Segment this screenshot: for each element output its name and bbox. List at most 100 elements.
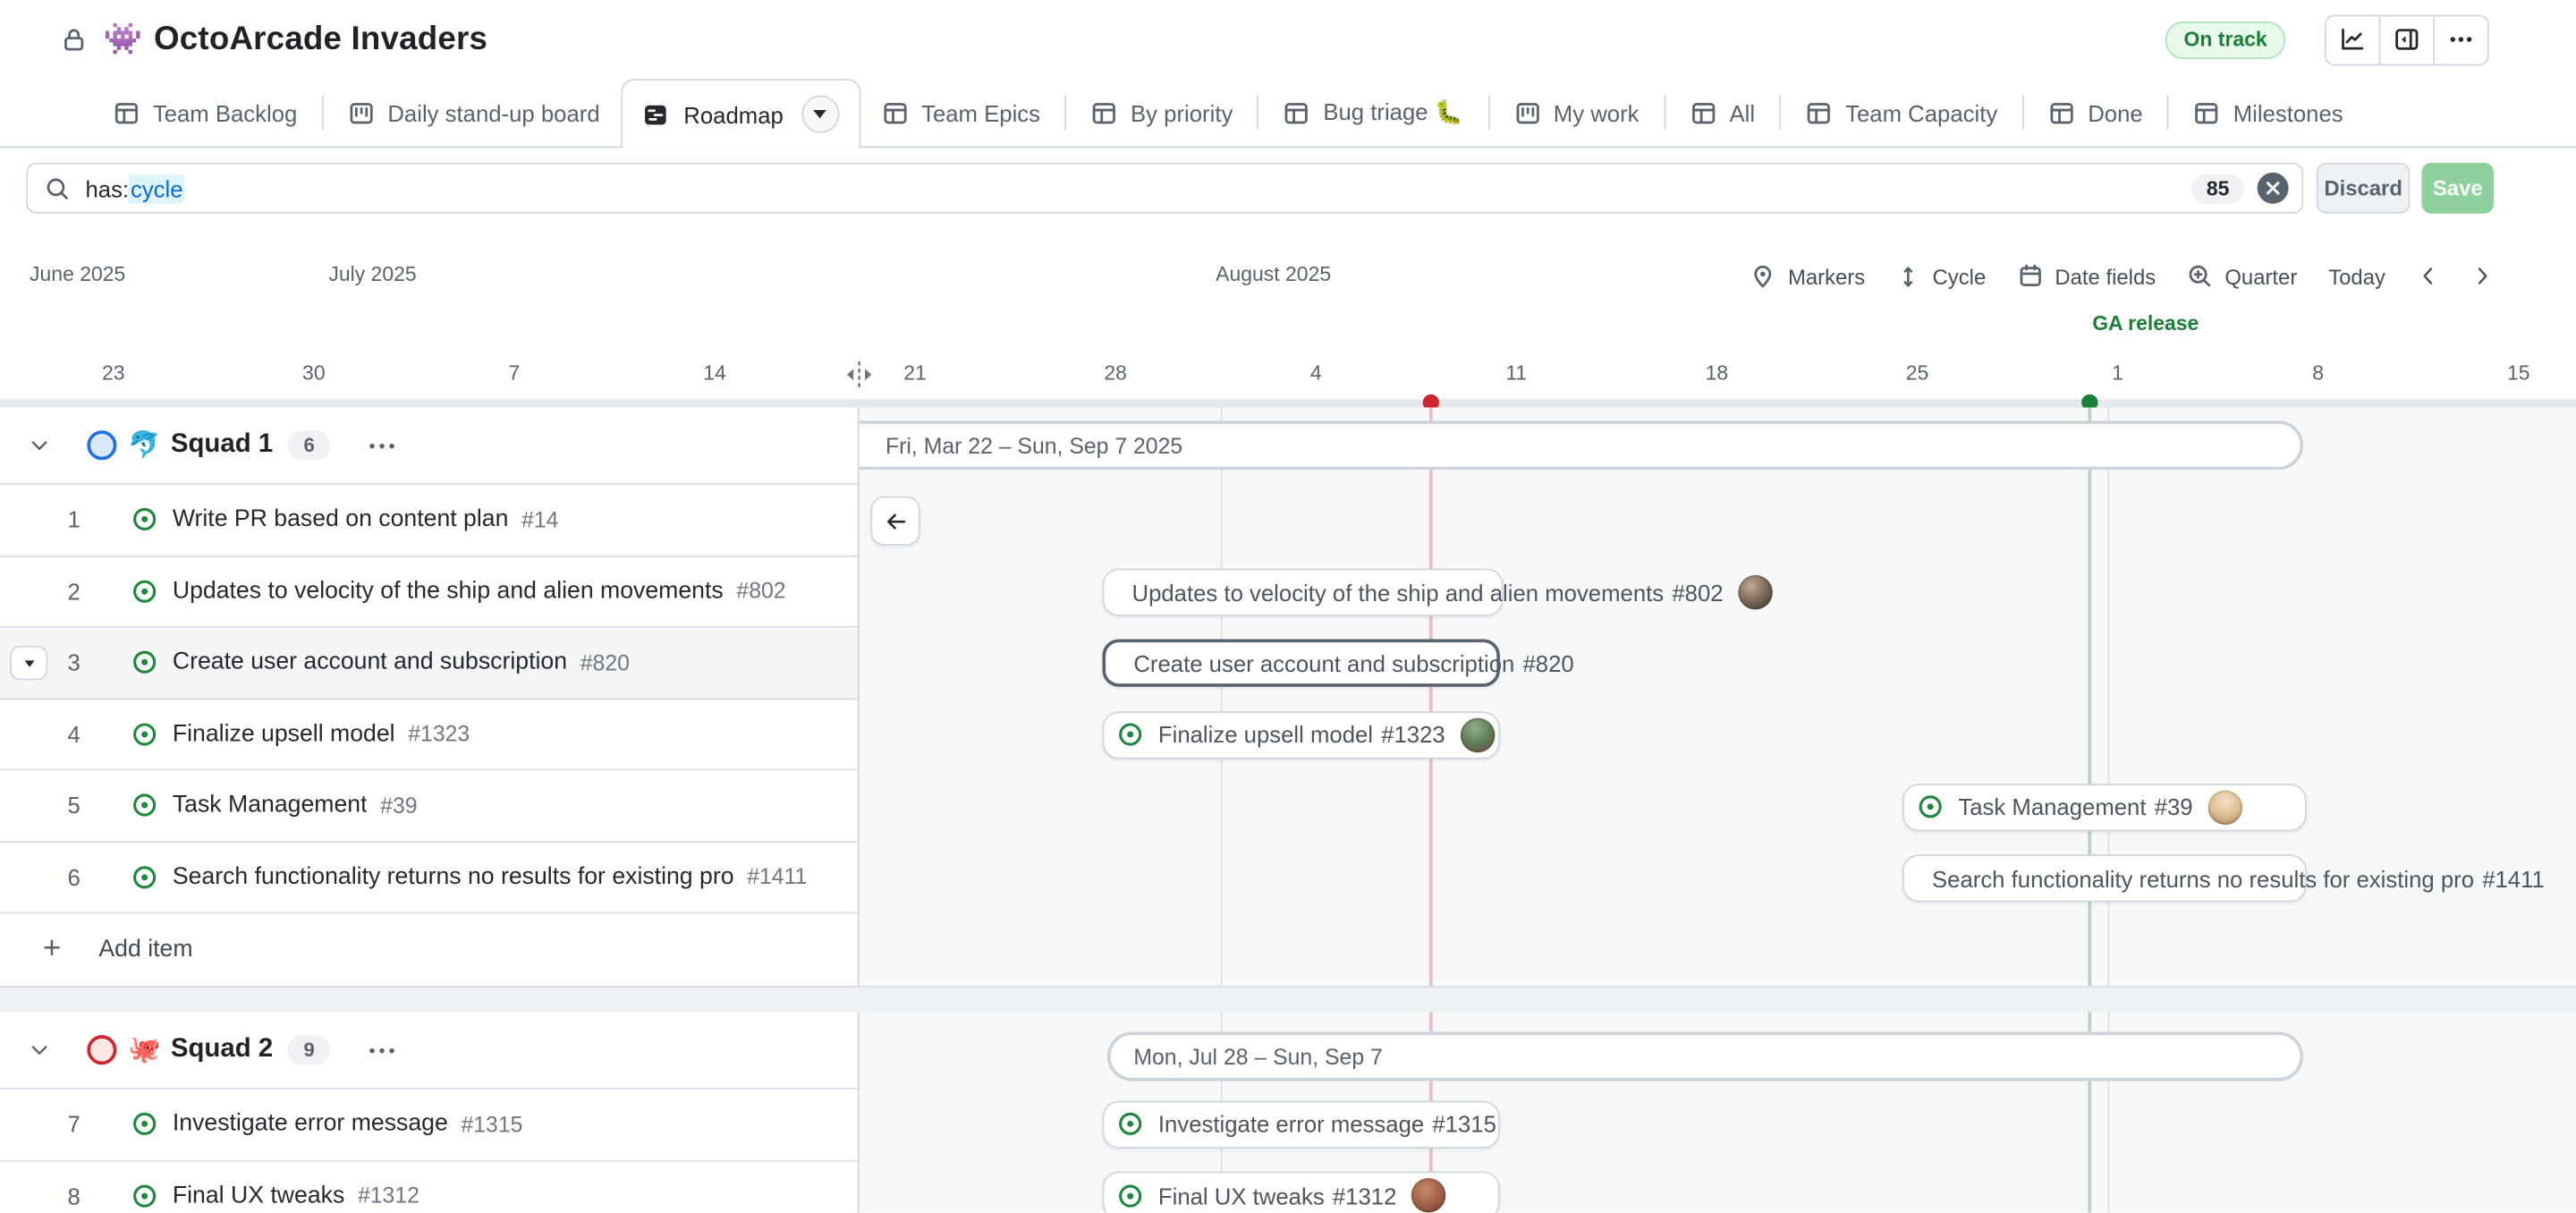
today-button[interactable]: Today: [2328, 264, 2385, 289]
tab-daily-standup-board[interactable]: Daily stand-up board: [326, 79, 621, 146]
open-issue-icon: [1117, 721, 1143, 747]
filter-input[interactable]: has:cycle 85: [26, 163, 2303, 214]
clear-filter-button[interactable]: [2258, 173, 2289, 204]
table-row-4[interactable]: 4 Finalize upsell model #1323: [0, 700, 858, 771]
group-date-range-pill[interactable]: Mon, Jul 28 – Sun, Sep 7: [1107, 1031, 2303, 1081]
item-number: #820: [580, 650, 630, 675]
chevron-down-icon: [814, 110, 827, 118]
roadmap-bar-802[interactable]: Updates to velocity of the ship and alie…: [1102, 569, 1503, 616]
item-title[interactable]: Finalize upsell model: [173, 721, 395, 747]
tab-bug-triage[interactable]: Bug triage 🐛: [1262, 79, 1484, 146]
date-fields-menu[interactable]: Date fields: [2017, 263, 2156, 289]
item-title[interactable]: Investigate error message: [173, 1111, 448, 1137]
table-row-6[interactable]: 6 Search functionality returns no result…: [0, 842, 858, 913]
collapse-group-chevron[interactable]: [28, 1039, 51, 1062]
table-icon: [882, 99, 908, 125]
group-header-squad-1[interactable]: 🐬 Squad 1 6: [0, 408, 858, 485]
table-row-1[interactable]: 1 Write PR based on content plan #14: [0, 485, 858, 556]
scroll-next-button[interactable]: [2470, 265, 2494, 288]
collapse-sidebar-button[interactable]: [2379, 15, 2434, 63]
item-title[interactable]: Task Management: [173, 793, 368, 819]
item-number: #802: [736, 579, 785, 604]
item-title[interactable]: Search functionality returns no results …: [173, 864, 734, 890]
save-button[interactable]: Save: [2421, 163, 2494, 214]
group-header-squad-2[interactable]: 🐙 Squad 2 9: [0, 1012, 858, 1089]
sidebar-panel-icon: [2394, 26, 2419, 52]
tab-options-button[interactable]: [801, 96, 839, 133]
item-number: #1411: [747, 865, 807, 890]
tab-done[interactable]: Done: [2027, 79, 2164, 146]
sort-cycle-menu[interactable]: Cycle: [1896, 264, 1986, 289]
tab-team-backlog[interactable]: Team Backlog: [92, 79, 318, 146]
tab-all[interactable]: All: [1669, 79, 1776, 146]
zoom-level-menu[interactable]: Quarter: [2187, 263, 2297, 289]
page-title: OctoArcade Invaders: [154, 21, 487, 58]
discard-button[interactable]: Discard: [2317, 163, 2411, 214]
row-menu-button[interactable]: [10, 646, 47, 681]
roadmap-bar-1315[interactable]: Investigate error message #1315: [1102, 1100, 1499, 1148]
chevron-right-icon: [2470, 265, 2494, 288]
add-item-row[interactable]: + Add item: [0, 913, 858, 985]
assignee-avatar[interactable]: [1411, 1178, 1446, 1213]
table-row-8[interactable]: 8 Final UX tweaks #1312: [0, 1161, 858, 1213]
roadmap-bar-39[interactable]: Task Management #39: [1902, 783, 2307, 830]
group-date-range-pill[interactable]: Fri, Mar 22 – Sun, Sep 7 2025: [860, 420, 2303, 470]
item-title[interactable]: Final UX tweaks: [173, 1183, 344, 1209]
week-tick: 11: [1467, 361, 1565, 385]
item-number: #39: [380, 793, 417, 819]
assignee-avatar[interactable]: [1460, 717, 1495, 752]
group-menu-button[interactable]: [370, 1048, 395, 1053]
markers-menu[interactable]: Markers: [1750, 263, 1865, 289]
tab-team-epics[interactable]: Team Epics: [860, 79, 1062, 146]
roadmap-bar-1323[interactable]: Finalize upsell model #1323: [1102, 710, 1499, 758]
tab-team-capacity[interactable]: Team Capacity: [1784, 79, 2019, 146]
assignee-avatar[interactable]: [1738, 575, 1773, 610]
collapse-group-chevron[interactable]: [28, 434, 51, 457]
roadmap-bar-820-selected[interactable]: Create user account and subscription #82…: [1102, 639, 1499, 686]
item-title[interactable]: Write PR based on content plan: [173, 506, 509, 532]
week-tick: 15: [2470, 361, 2568, 385]
roadmap-chart: Fri, Mar 22 – Sun, Sep 7 2025 Updates to…: [860, 408, 2576, 1213]
status-badge[interactable]: On track: [2165, 21, 2285, 58]
table-row-2[interactable]: 2 Updates to velocity of the ship and al…: [0, 556, 858, 628]
group-divider: [0, 985, 2576, 1012]
week-tick: 28: [1066, 361, 1165, 385]
board-icon: [348, 99, 374, 125]
item-number: #1315: [461, 1112, 522, 1137]
panel-resize-handle[interactable]: [840, 360, 879, 389]
table-row-7[interactable]: 7 Investigate error message #1315: [0, 1090, 858, 1161]
open-issue-icon: [1117, 1111, 1143, 1137]
tab-roadmap-active[interactable]: Roadmap: [622, 79, 861, 148]
assignee-avatar[interactable]: [2207, 790, 2242, 825]
item-title[interactable]: Create user account and subscription: [173, 649, 567, 675]
week-tick: 18: [1667, 361, 1766, 385]
insights-button[interactable]: [2326, 15, 2379, 63]
plus-icon: +: [43, 931, 61, 967]
marker-pin-icon: [1750, 263, 1776, 289]
table-icon: [2048, 99, 2074, 125]
tab-separator: [2167, 96, 2169, 131]
filter-query: has:cycle: [86, 175, 185, 201]
scroll-to-bar-button[interactable]: [870, 496, 919, 546]
scroll-prev-button[interactable]: [2417, 265, 2440, 288]
item-number: #14: [521, 507, 558, 532]
roadmap-bar-1411[interactable]: Search functionality returns no results …: [1902, 854, 2307, 902]
filter-bar: has:cycle 85 Discard Save: [0, 146, 2576, 226]
group-menu-button[interactable]: [370, 443, 395, 448]
row-number: 2: [45, 578, 104, 604]
marker-label[interactable]: GA release: [2030, 312, 2260, 335]
roadmap-bar-1312[interactable]: Final UX tweaks #1312: [1102, 1172, 1499, 1213]
table-icon: [2194, 99, 2220, 125]
open-issue-icon: [131, 506, 157, 532]
week-tick: 14: [665, 361, 764, 385]
projects-roadmap-view: 👾 OctoArcade Invaders On track Team Back…: [0, 0, 2576, 1213]
tab-milestones[interactable]: Milestones: [2173, 79, 2365, 146]
item-title[interactable]: Updates to velocity of the ship and alie…: [173, 578, 724, 604]
tab-my-work[interactable]: My work: [1493, 79, 1661, 146]
tab-by-priority[interactable]: By priority: [1070, 79, 1254, 146]
project-menu-button[interactable]: [2433, 15, 2487, 63]
month-gridline: [1221, 408, 1223, 1213]
table-row-3-selected[interactable]: 3 Create user account and subscription #…: [0, 628, 858, 700]
month-label: July 2025: [328, 263, 416, 286]
table-row-5[interactable]: 5 Task Management #39: [0, 770, 858, 842]
